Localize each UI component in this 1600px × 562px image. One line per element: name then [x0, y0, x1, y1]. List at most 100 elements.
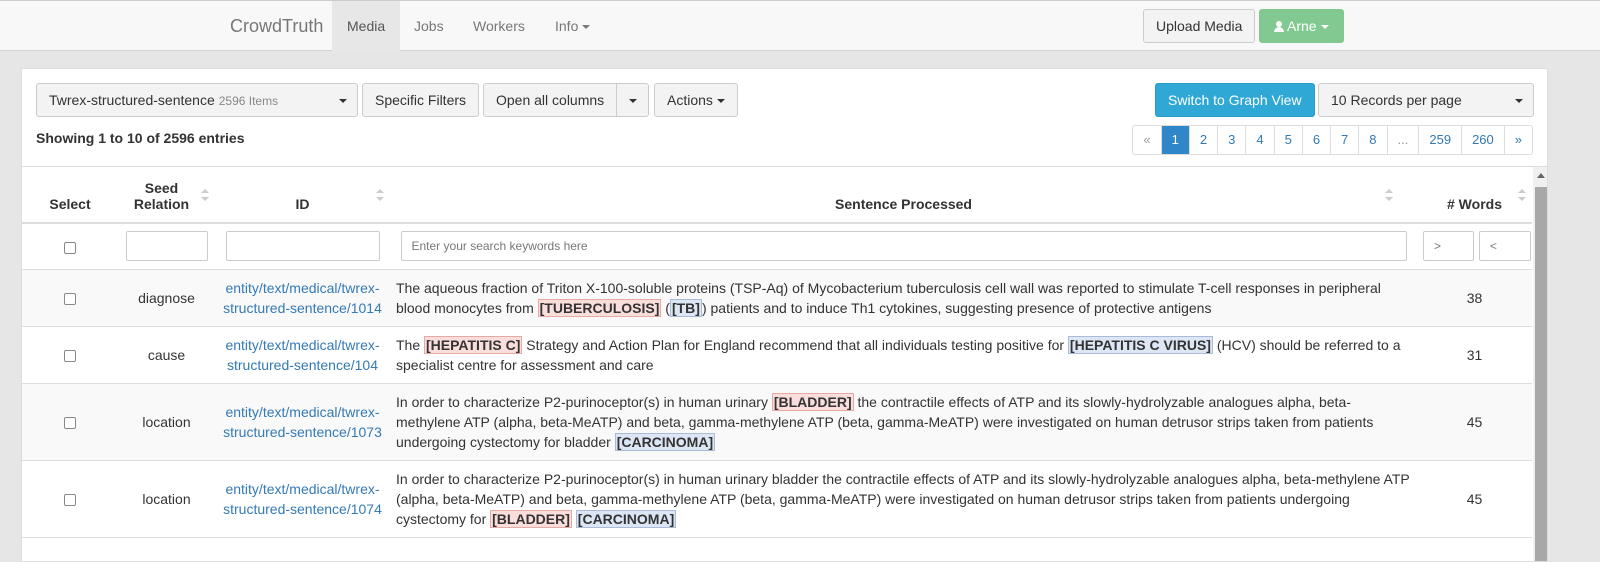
nav-jobs[interactable]: Jobs — [399, 1, 459, 51]
table-row: diagnose entity/text/medical/twrex-struct… — [22, 269, 1532, 327]
word-count-cell: 45 — [1417, 460, 1532, 538]
id-filter-input[interactable] — [225, 231, 380, 262]
table-row: cause entity/text/medical/twrex-structure… — [22, 326, 1532, 384]
sentence-cell: In order to characterize P2-purinoceptor… — [390, 383, 1417, 461]
select-cell — [22, 460, 118, 538]
collection-count: 2596 Items — [218, 94, 279, 108]
records-per-page-select[interactable]: 10 Records per page — [1318, 83, 1534, 117]
sort-icon — [376, 189, 384, 201]
scroll-up-arrow-icon[interactable] — [1537, 173, 1545, 178]
user-icon — [1274, 21, 1284, 32]
page-2[interactable]: 2 — [1188, 126, 1218, 154]
caret-down-icon — [1515, 99, 1523, 103]
term2-highlight: [CARCINOMA] — [575, 509, 677, 528]
word-count-cell: 45 — [1417, 383, 1532, 461]
entity-id-link[interactable]: entity/text/medical/twrex-structured-sen… — [223, 404, 382, 440]
header-sentence-processed[interactable]: Sentence Processed — [390, 167, 1417, 224]
id-cell: entity/text/medical/twrex-structured-sen… — [215, 460, 390, 538]
table-row: location entity/text/medical/twrex-struct… — [22, 460, 1532, 538]
header-sentence-label: Sentence Processed — [835, 196, 972, 212]
nav-info-label: Info — [555, 18, 579, 34]
id-cell: entity/text/medical/twrex-structured-sen… — [215, 269, 390, 327]
page-6[interactable]: 6 — [1301, 126, 1331, 154]
caret-down-icon — [716, 99, 725, 104]
page-260[interactable]: 260 — [1461, 126, 1504, 154]
actions-label: Actions — [667, 92, 713, 108]
page-1[interactable]: 1 — [1160, 126, 1189, 154]
user-menu-button[interactable]: Arne — [1259, 9, 1344, 43]
user-name: Arne — [1287, 18, 1317, 34]
page-8[interactable]: 8 — [1358, 126, 1387, 154]
term2-highlight: [HEPATITIS C VIRUS] — [1067, 335, 1213, 354]
nav-workers-label: Workers — [473, 18, 525, 34]
nav-media[interactable]: Media — [332, 1, 401, 51]
row-select-checkbox[interactable] — [64, 292, 76, 305]
records-per-page-label: 10 Records per page — [1331, 92, 1462, 108]
seed-relation-cell: location — [118, 383, 215, 461]
header-words[interactable]: # Words — [1417, 167, 1532, 224]
term2-highlight: [CARCINOMA] — [614, 432, 716, 451]
actions-dropdown[interactable]: Actions — [654, 83, 738, 117]
page-next[interactable]: » — [1503, 126, 1532, 154]
header-select-label: Select — [49, 196, 91, 212]
columns-dropdown-toggle[interactable] — [616, 83, 649, 117]
seed-relation-cell: location — [118, 460, 215, 538]
page-7[interactable]: 7 — [1330, 126, 1359, 154]
sort-icon — [201, 189, 209, 201]
collection-select[interactable]: Twrex-structured-sentence 2596 Items — [36, 83, 358, 117]
header-words-label: # Words — [1447, 196, 1502, 212]
specific-filters-button[interactable]: Specific Filters — [362, 83, 480, 117]
header-id[interactable]: ID — [215, 167, 390, 224]
caret-down-icon — [582, 25, 591, 30]
entity-id-link[interactable]: entity/text/medical/twrex-structured-sen… — [223, 481, 382, 517]
navbar: CrowdTruth Media Jobs Workers Info Uploa… — [0, 0, 1600, 51]
sentence-text: The — [396, 336, 425, 353]
words-less-than-input[interactable] — [1478, 231, 1531, 262]
page-259[interactable]: 259 — [1418, 126, 1462, 154]
words-greater-than-input[interactable] — [1423, 231, 1474, 262]
term1-highlight: [BLADDER] — [771, 392, 854, 411]
entity-id-link[interactable]: entity/text/medical/twrex-structured-sen… — [223, 280, 382, 316]
header-seed-relation[interactable]: Seed Relation — [118, 167, 215, 224]
term2-highlight: [TB] — [669, 298, 702, 317]
row-select-checkbox[interactable] — [64, 493, 76, 506]
caret-down-icon — [339, 99, 347, 103]
seed-relation-filter-input[interactable] — [125, 231, 208, 262]
page-prev[interactable]: « — [1133, 126, 1161, 154]
pagination: « 1 2 3 4 5 6 7 8 ... 259 260 » — [1132, 125, 1533, 155]
caret-down-icon — [1320, 25, 1329, 30]
entity-id-link[interactable]: entity/text/medical/twrex-structured-sen… — [225, 337, 379, 373]
term1-highlight: [HEPATITIS C] — [424, 335, 523, 354]
sentence-search-input[interactable] — [400, 231, 1407, 262]
term1-highlight: [TUBERCULOSIS] — [537, 298, 662, 317]
filter-row — [22, 223, 1532, 270]
vertical-scrollbar[interactable] — [1533, 167, 1547, 561]
row-select-checkbox[interactable] — [64, 349, 76, 362]
collection-label: Twrex-structured-sentence — [49, 92, 215, 108]
upload-media-button[interactable]: Upload Media — [1143, 9, 1256, 43]
page-5[interactable]: 5 — [1273, 126, 1302, 154]
page-4[interactable]: 4 — [1245, 126, 1274, 154]
nav-workers[interactable]: Workers — [458, 1, 540, 51]
nav-info-dropdown[interactable]: Info — [540, 1, 605, 51]
header-select: Select — [22, 167, 118, 224]
sentence-cell: The [HEPATITIS C] Strategy and Action Pl… — [390, 326, 1417, 384]
seed-relation-cell: cause — [118, 326, 215, 384]
nav-jobs-label: Jobs — [414, 18, 444, 34]
media-table: Select Seed Relation ID Sentence Process… — [22, 167, 1532, 538]
page-ellipsis: ... — [1386, 126, 1419, 154]
id-cell: entity/text/medical/twrex-structured-sen… — [215, 326, 390, 384]
page-3[interactable]: 3 — [1217, 126, 1246, 154]
sort-icon — [1518, 189, 1526, 201]
seed-relation-cell: diagnose — [118, 269, 215, 327]
scrollbar-thumb[interactable] — [1535, 187, 1547, 561]
media-table-container: Select Seed Relation ID Sentence Process… — [22, 166, 1547, 561]
open-all-columns-button[interactable]: Open all columns — [483, 83, 618, 117]
select-all-checkbox[interactable] — [64, 241, 76, 254]
sentence-text: In order to characterize P2-purinoceptor… — [396, 393, 772, 410]
table-row: location entity/text/medical/twrex-struct… — [22, 383, 1532, 461]
switch-graph-view-button[interactable]: Switch to Graph View — [1155, 83, 1315, 117]
brand-logo[interactable]: CrowdTruth — [230, 1, 323, 51]
sentence-text: ) patients and to induce Th1 cytokines, … — [701, 299, 1212, 316]
row-select-checkbox[interactable] — [64, 416, 76, 429]
